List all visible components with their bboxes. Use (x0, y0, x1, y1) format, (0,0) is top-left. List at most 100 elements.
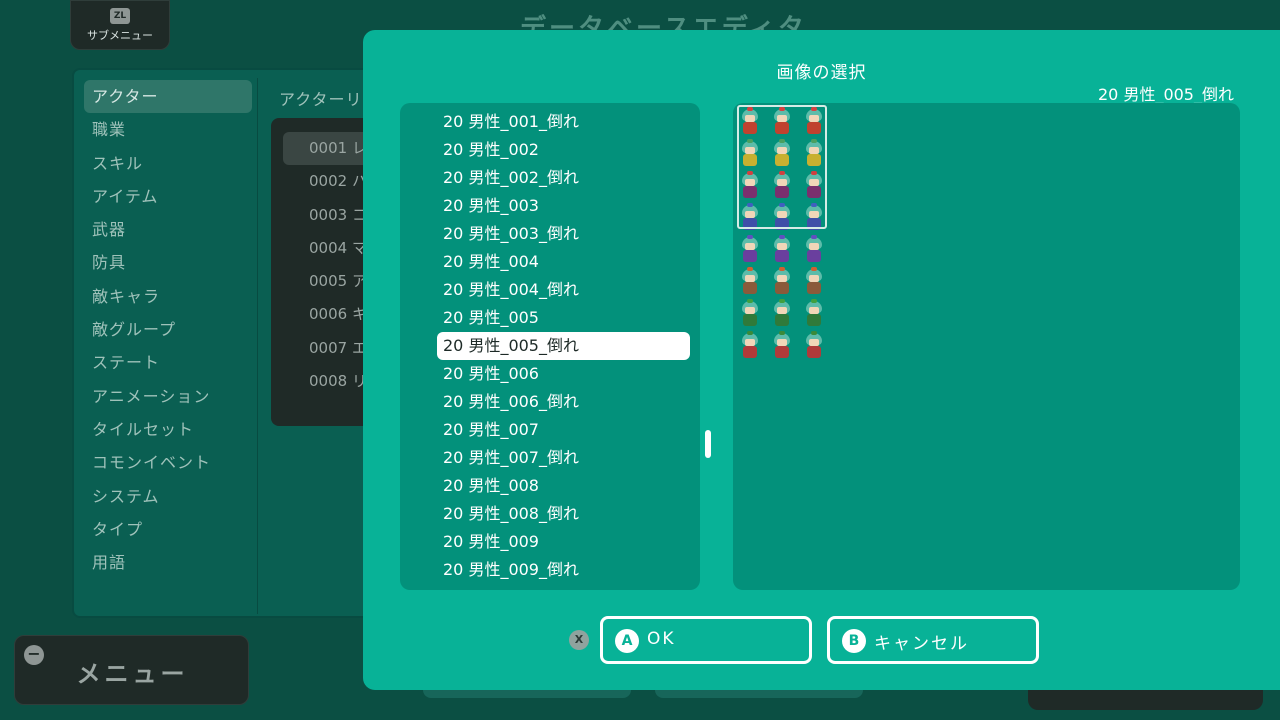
file-list-item[interactable]: 20 男性_004_倒れ (400, 276, 700, 304)
sprite-part (775, 250, 789, 262)
image-file-list[interactable]: 20 男性_001_倒れ 20 男性_002 20 男性_002_倒れ 20 男性_0… (400, 103, 700, 590)
sprite-part (747, 267, 753, 271)
sprite-part (807, 282, 821, 294)
category-item[interactable]: 防具 (84, 246, 252, 279)
b-button-icon: B (842, 629, 866, 653)
sprite-part (807, 346, 821, 358)
file-list-item[interactable]: 20 男性_007 (400, 416, 700, 444)
character-sprite (771, 267, 793, 297)
category-item[interactable]: 武器 (84, 213, 252, 246)
sprite-part (775, 314, 789, 326)
file-list-item[interactable]: 20 男性_002_倒れ (400, 164, 700, 192)
sprite-part (743, 314, 757, 326)
sprite-part (779, 331, 785, 335)
sprite-part (743, 282, 757, 294)
sprite-part (745, 307, 755, 314)
background-button-edge (1028, 690, 1263, 710)
character-sprite (803, 235, 825, 265)
image-preview (733, 103, 1240, 590)
sprite-part (775, 346, 789, 358)
dialog-title: 画像の選択 (776, 63, 867, 83)
cancel-button[interactable]: B キャンセル (827, 616, 1039, 664)
character-sprite (771, 235, 793, 265)
file-list-item[interactable]: 20 男性_003 (400, 192, 700, 220)
submenu-button[interactable]: ZL サブメニュー (70, 0, 170, 50)
sprite-part (745, 275, 755, 282)
sprite-part (809, 339, 819, 346)
category-item[interactable]: システム (84, 480, 252, 513)
sprite-part (743, 346, 757, 358)
file-list-item[interactable]: 20 男性_005_倒れ (437, 332, 690, 360)
character-sprite (803, 299, 825, 329)
sprite-part (745, 339, 755, 346)
sprite-part (809, 275, 819, 282)
category-item[interactable]: 用語 (84, 546, 252, 579)
file-list-item[interactable]: 20 男性_002 (400, 136, 700, 164)
sprite-part (779, 267, 785, 271)
category-item[interactable]: 職業 (84, 113, 252, 146)
character-sprite (739, 331, 761, 361)
category-item[interactable]: タイプ (84, 513, 252, 546)
character-sprite (739, 299, 761, 329)
category-item[interactable]: アクター (84, 80, 252, 114)
file-list-item[interactable]: 20 男性_003_倒れ (400, 220, 700, 248)
menu-button[interactable]: − メニュー (14, 635, 249, 705)
selected-image-name: 20 男性_005_倒れ (1098, 85, 1234, 104)
sprite-part (811, 267, 817, 271)
category-item[interactable]: アイテム (84, 180, 252, 213)
category-item[interactable]: 敵グループ (84, 313, 252, 346)
ok-label: OK (647, 629, 676, 649)
sprite-part (809, 307, 819, 314)
image-select-dialog: 画像の選択 20 男性_005_倒れ 20 男性_001_倒れ 20 男性_002… (363, 30, 1280, 690)
sprite-part (775, 282, 789, 294)
ok-button[interactable]: A OK (600, 616, 812, 664)
file-list-item[interactable]: 20 男性_001_倒れ (400, 108, 700, 136)
sprite-part (811, 299, 817, 303)
category-item[interactable]: スキル (84, 147, 252, 180)
sprite-part (743, 250, 757, 262)
a-button-icon: A (615, 629, 639, 653)
scrollbar-thumb[interactable] (705, 430, 711, 458)
sprite-part (811, 235, 817, 239)
file-list-item[interactable]: 20 男性_006 (400, 360, 700, 388)
menu-label: メニュー (76, 660, 189, 688)
file-list-item[interactable]: 20 男性_005 (400, 304, 700, 332)
character-sprite (739, 235, 761, 265)
category-item[interactable]: コモンイベント (84, 446, 252, 479)
sprite-part (779, 299, 785, 303)
sprite-part (809, 243, 819, 250)
sprite-part (747, 331, 753, 335)
file-list-item[interactable]: 20 男性_006_倒れ (400, 388, 700, 416)
file-list-item[interactable]: 20 男性_008 (400, 472, 700, 500)
category-item[interactable]: 敵キャラ (84, 280, 252, 313)
sprite-part (807, 250, 821, 262)
sprite-part (811, 331, 817, 335)
sprite-part (807, 314, 821, 326)
sprite-part (745, 243, 755, 250)
file-list-item[interactable]: 20 男性_008_倒れ (400, 500, 700, 528)
sprite-part (747, 299, 753, 303)
divider (257, 78, 258, 614)
sprite-part (777, 275, 787, 282)
character-sprite (771, 299, 793, 329)
file-list-item[interactable]: 20 男性_004 (400, 248, 700, 276)
database-editor-panel: アクター 職業 スキル アイテム 武器 防具 敵キャラ 敵グループ ステート アニメーション タイル… (72, 68, 401, 618)
sprite-part (747, 235, 753, 239)
file-list-item[interactable]: 20 男性_009_倒れ (400, 556, 700, 584)
character-sprite (771, 331, 793, 361)
sprite-part (777, 307, 787, 314)
category-item[interactable]: タイルセット (84, 413, 252, 446)
file-list-item[interactable]: 20 男性_007_倒れ (400, 444, 700, 472)
category-item[interactable]: ステート (84, 346, 252, 379)
cancel-label: キャンセル (874, 634, 969, 654)
character-sprite (803, 267, 825, 297)
sprite-part (777, 243, 787, 250)
sprite-part (777, 339, 787, 346)
sprite-selection-frame (737, 105, 827, 229)
submenu-label: サブメニュー (87, 29, 153, 42)
file-list-item[interactable]: 20 男性_009 (400, 528, 700, 556)
category-list: アクター 職業 スキル アイテム 武器 防具 敵キャラ 敵グループ ステート アニメーション タイル… (84, 80, 252, 579)
character-sprite (803, 331, 825, 361)
sprite-part (779, 235, 785, 239)
category-item[interactable]: アニメーション (84, 380, 252, 413)
